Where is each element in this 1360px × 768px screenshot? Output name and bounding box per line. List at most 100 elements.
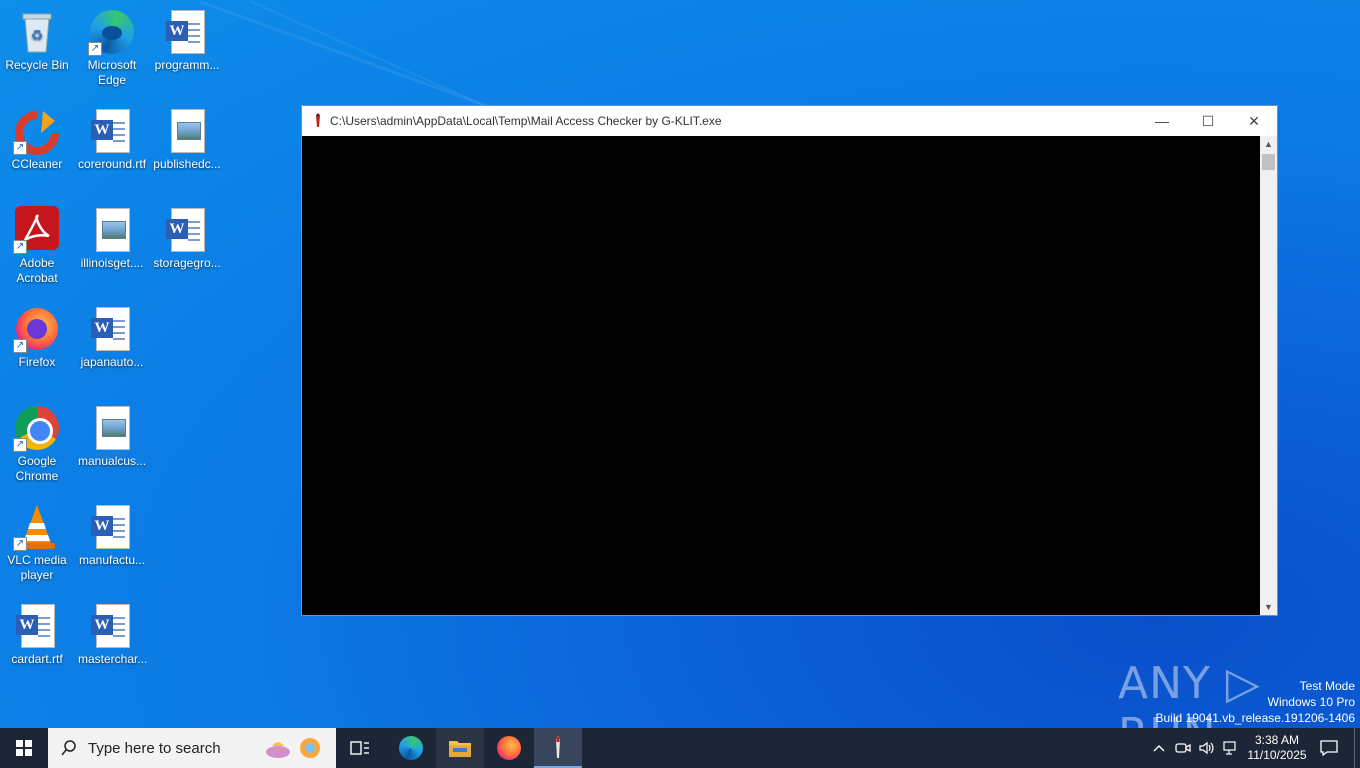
firefox-icon bbox=[497, 736, 521, 760]
meet-now-button[interactable] bbox=[1172, 728, 1194, 768]
desktop-icon-label: Adobe Acrobat bbox=[16, 256, 58, 285]
recycle-bin-icon: ♻ bbox=[13, 8, 61, 56]
app-icon bbox=[556, 736, 560, 758]
desktop-icon-label: programm... bbox=[154, 58, 220, 72]
search-highlight-icon bbox=[266, 738, 320, 758]
scroll-up-icon[interactable]: ▲ bbox=[1260, 136, 1277, 152]
volume-button[interactable] bbox=[1196, 728, 1218, 768]
desktop-icon-label: publishedc... bbox=[153, 157, 221, 171]
desktop-icon-label: Recycle Bin bbox=[5, 58, 69, 72]
search-placeholder: Type here to search bbox=[88, 740, 221, 757]
app-icon bbox=[316, 113, 320, 127]
chevron-up-icon bbox=[1153, 745, 1165, 752]
desktop-icon-label: VLC media player bbox=[7, 553, 67, 582]
show-desktop-button[interactable] bbox=[1354, 728, 1360, 768]
edge-icon: ↗ bbox=[88, 8, 136, 56]
window-title: C:\Users\admin\AppData\Local\Temp\Mail A… bbox=[330, 114, 722, 128]
search-icon bbox=[61, 740, 76, 756]
desktop-icon-masterchar[interactable]: W masterchar... bbox=[76, 598, 148, 667]
task-view-icon bbox=[350, 741, 369, 755]
show-hidden-icons-button[interactable] bbox=[1148, 728, 1170, 768]
desktop-icon-microsoft-edge[interactable]: ↗ Microsoft Edge bbox=[76, 4, 148, 88]
desktop-icon-ccleaner[interactable]: ↗ CCleaner bbox=[1, 103, 73, 172]
image-file-icon bbox=[163, 107, 211, 155]
taskbar: Type here to search 3:38 AM 11/10/2025 bbox=[0, 728, 1360, 768]
desktop-icon-label: manualcus... bbox=[78, 454, 147, 468]
desktop: ♻ Recycle Bin ↗ CCleaner ↗ Adobe Acrobat… bbox=[0, 0, 1360, 728]
scroll-thumb[interactable] bbox=[1262, 154, 1275, 170]
close-button[interactable]: ✕ bbox=[1231, 106, 1277, 136]
desktop-icon-publishedc[interactable]: publishedc... bbox=[151, 103, 223, 172]
word-document-icon: W bbox=[88, 602, 136, 650]
vertical-scrollbar[interactable]: ▲ ▼ bbox=[1260, 136, 1277, 615]
firefox-icon: ↗ bbox=[13, 305, 61, 353]
image-file-icon bbox=[88, 404, 136, 452]
desktop-icon-illinoisget[interactable]: illinoisget.... bbox=[76, 202, 148, 271]
test-mode-label: Test Mode bbox=[1299, 679, 1355, 693]
edge-icon bbox=[399, 736, 423, 760]
desktop-icon-cardart[interactable]: W cardart.rtf bbox=[1, 598, 73, 667]
system-info: Test Mode Windows 10 Pro Build 19041.vb_… bbox=[1156, 678, 1356, 726]
clock-time: 3:38 AM bbox=[1254, 733, 1300, 747]
maximize-button[interactable]: ☐ bbox=[1185, 106, 1231, 136]
windows-edition-label: Windows 10 Pro bbox=[1267, 695, 1355, 709]
taskbar-file-explorer-button[interactable] bbox=[436, 728, 484, 768]
desktop-icon-label: Firefox bbox=[18, 355, 56, 369]
shortcut-arrow-icon: ↗ bbox=[13, 438, 27, 452]
ccleaner-icon: ↗ bbox=[13, 107, 61, 155]
desktop-icon-label: manufactu... bbox=[78, 553, 146, 567]
windows-logo-icon bbox=[16, 740, 32, 756]
word-document-icon: W bbox=[88, 107, 136, 155]
task-view-button[interactable] bbox=[336, 728, 384, 768]
shortcut-arrow-icon: ↗ bbox=[13, 240, 27, 254]
network-button[interactable] bbox=[1220, 728, 1242, 768]
search-box[interactable]: Type here to search bbox=[48, 728, 336, 768]
clock[interactable]: 3:38 AM 11/10/2025 bbox=[1244, 728, 1310, 768]
shortcut-arrow-icon: ↗ bbox=[13, 339, 27, 353]
desktop-icon-recycle-bin[interactable]: ♻ Recycle Bin bbox=[1, 4, 73, 73]
shortcut-arrow-icon: ↗ bbox=[13, 141, 27, 155]
minimize-button[interactable]: — bbox=[1139, 106, 1185, 136]
build-label: Build 19041.vb_release.191206-1406 bbox=[1155, 711, 1356, 725]
taskbar-console-app-button[interactable] bbox=[534, 728, 582, 768]
console-window[interactable]: C:\Users\admin\AppData\Local\Temp\Mail A… bbox=[301, 105, 1278, 616]
clock-date: 11/10/2025 bbox=[1247, 748, 1307, 762]
desktop-icon-label: Microsoft Edge bbox=[87, 58, 137, 87]
desktop-icon-label: cardart.rtf bbox=[11, 652, 63, 666]
adobe-acrobat-icon: ↗ bbox=[13, 206, 61, 254]
camera-icon bbox=[1175, 743, 1191, 753]
desktop-icon-japanauto[interactable]: W japanauto... bbox=[76, 301, 148, 370]
desktop-icon-storagegro[interactable]: W storagegro... bbox=[151, 202, 223, 271]
desktop-icon-manufactu[interactable]: W manufactu... bbox=[76, 499, 148, 568]
action-center-button[interactable] bbox=[1314, 728, 1344, 768]
console-output[interactable] bbox=[302, 136, 1260, 615]
desktop-icon-programm[interactable]: W programm... bbox=[151, 4, 223, 73]
desktop-icon-label: coreround.rtf bbox=[78, 157, 147, 171]
desktop-icon-coreround[interactable]: W coreround.rtf bbox=[76, 103, 148, 172]
image-file-icon bbox=[88, 206, 136, 254]
start-button[interactable] bbox=[0, 728, 48, 768]
scroll-down-icon[interactable]: ▼ bbox=[1260, 599, 1277, 615]
word-document-icon: W bbox=[88, 503, 136, 551]
word-document-icon: W bbox=[163, 8, 211, 56]
shortcut-arrow-icon: ↗ bbox=[13, 537, 27, 551]
desktop-icon-label: Google Chrome bbox=[15, 454, 59, 483]
desktop-icon-adobe-acrobat[interactable]: ↗ Adobe Acrobat bbox=[1, 202, 73, 286]
desktop-icon-label: masterchar... bbox=[78, 652, 148, 666]
shortcut-arrow-icon: ↗ bbox=[88, 42, 102, 56]
window-titlebar[interactable]: C:\Users\admin\AppData\Local\Temp\Mail A… bbox=[302, 106, 1277, 136]
taskbar-edge-button[interactable] bbox=[387, 728, 435, 768]
desktop-icon-label: japanauto... bbox=[80, 355, 144, 369]
notification-icon bbox=[1320, 740, 1338, 756]
desktop-icon-manualcus[interactable]: manualcus... bbox=[76, 400, 148, 469]
network-icon bbox=[1223, 741, 1236, 755]
folder-icon bbox=[449, 741, 471, 757]
chrome-icon: ↗ bbox=[13, 404, 61, 452]
taskbar-firefox-button[interactable] bbox=[485, 728, 533, 768]
desktop-icon-label: storagegro... bbox=[153, 256, 221, 270]
speaker-icon bbox=[1199, 741, 1214, 755]
desktop-icon-firefox[interactable]: ↗ Firefox bbox=[1, 301, 73, 370]
word-document-icon: W bbox=[163, 206, 211, 254]
desktop-icon-vlc[interactable]: ↗ VLC media player bbox=[1, 499, 73, 583]
desktop-icon-google-chrome[interactable]: ↗ Google Chrome bbox=[1, 400, 73, 484]
